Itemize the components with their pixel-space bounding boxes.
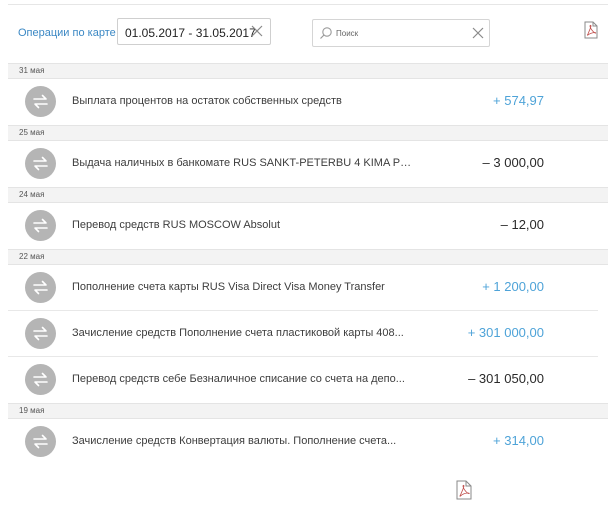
day-header: 24 мая	[8, 187, 608, 203]
pdf-icon[interactable]	[584, 21, 598, 39]
transfer-arrows-icon	[25, 86, 56, 117]
operations-panel: Операции по карте 01.05.2017 - 31.05.201…	[8, 4, 608, 471]
pdf-icon[interactable]	[456, 480, 472, 500]
operation-description: Выдача наличных в банкомате RUS SANKT-PE…	[72, 157, 417, 169]
transfer-arrows-icon	[25, 148, 56, 179]
search-icon	[320, 27, 332, 39]
operation-amount: + 314,00	[493, 433, 544, 448]
day-header: 31 мая	[8, 63, 608, 79]
operations-list: 31 мая Выплата процентов на остаток собст…	[8, 63, 608, 465]
operation-row[interactable]: Пополнение счета карты RUS Visa Direct V…	[8, 265, 608, 311]
search-input[interactable]	[336, 26, 456, 40]
operation-amount: + 574,97	[493, 93, 544, 108]
operation-description: Перевод средств RUS MOSCOW Absolut	[72, 219, 281, 231]
transfer-arrows-icon	[25, 318, 56, 349]
operation-row[interactable]: Зачисление средств Пополнение счета плас…	[8, 310, 608, 357]
transfer-arrows-icon	[25, 210, 56, 241]
operation-amount: – 3 000,00	[482, 155, 544, 170]
day-header: 25 мая	[8, 125, 608, 141]
transfer-arrows-icon	[25, 426, 56, 457]
operation-description: Перевод средств себе Безналичное списани…	[72, 373, 405, 385]
transfer-arrows-icon	[25, 364, 56, 395]
page-title: Операции по карте	[18, 27, 116, 39]
operation-row[interactable]: Выдача наличных в банкомате RUS SANKT-PE…	[8, 141, 608, 187]
search-box[interactable]	[312, 19, 490, 47]
operation-amount: – 12,00	[500, 217, 544, 232]
close-icon[interactable]	[471, 26, 485, 40]
operation-description: Выплата процентов на остаток собственных…	[72, 95, 342, 107]
day-header: 22 мая	[8, 249, 608, 265]
operation-row[interactable]: Выплата процентов на остаток собственных…	[8, 79, 608, 125]
operation-amount: + 301 000,00	[467, 325, 544, 340]
date-range-field[interactable]: 01.05.2017 - 31.05.2017	[117, 18, 271, 45]
operation-description: Пополнение счета карты RUS Visa Direct V…	[72, 281, 385, 293]
operation-row[interactable]: Зачисление средств Конвертация валюты. П…	[8, 419, 608, 465]
transfer-arrows-icon	[25, 272, 56, 303]
date-range-value: 01.05.2017 - 31.05.2017	[125, 26, 256, 40]
close-icon[interactable]	[250, 24, 264, 38]
operation-description: Зачисление средств Конвертация валюты. П…	[72, 435, 397, 447]
operation-amount: – 301 050,00	[468, 371, 544, 386]
operation-row[interactable]: Перевод средств RUS MOSCOW Absolut – 12,0…	[8, 203, 608, 249]
operation-description: Зачисление средств Пополнение счета плас…	[72, 327, 404, 339]
operations-toolbar: Операции по карте 01.05.2017 - 31.05.201…	[8, 5, 608, 63]
operation-amount: + 1 200,00	[482, 279, 544, 294]
day-header: 19 мая	[8, 403, 608, 419]
operation-row[interactable]: Перевод средств себе Безналичное списани…	[8, 356, 608, 403]
